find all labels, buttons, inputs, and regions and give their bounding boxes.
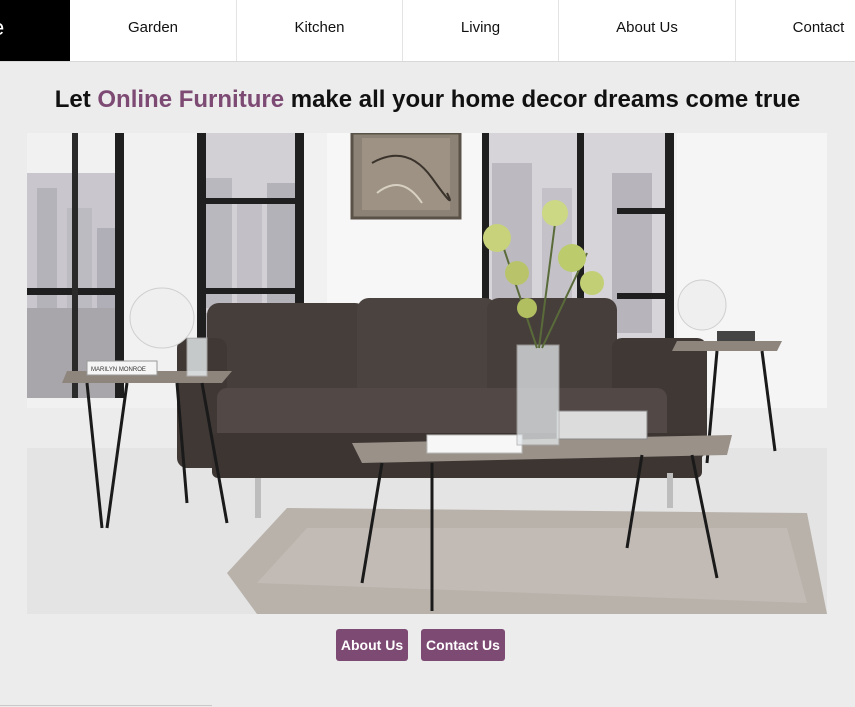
divider <box>0 705 212 706</box>
nav-item-garden[interactable]: Garden <box>70 0 237 61</box>
nav-item-contact[interactable]: Contact <box>736 0 855 61</box>
site-logo[interactable]: e <box>0 0 70 61</box>
book-title: MARILYN MONROE <box>91 367 146 373</box>
contact-us-button[interactable]: Contact Us <box>421 629 505 661</box>
hero-image: MARILYN MONROE <box>27 133 827 614</box>
headline-prefix: Let <box>54 86 98 113</box>
nav-item-about-us[interactable]: About Us <box>559 0 736 61</box>
headline-suffix: make all your home decor dreams come tru… <box>284 86 801 113</box>
nav-item-living[interactable]: Living <box>403 0 559 61</box>
page-headline: Let Online Furniture make all your home … <box>0 86 855 114</box>
about-us-button[interactable]: About Us <box>336 629 408 661</box>
logo-text: e <box>0 17 4 39</box>
living-room-illustration: MARILYN MONROE <box>27 133 827 614</box>
headline-brand: Online Furniture <box>97 86 285 113</box>
top-navigation: e Garden Kitchen Living About Us Contact <box>0 0 855 62</box>
wall-artwork <box>350 133 462 220</box>
nav-item-kitchen[interactable]: Kitchen <box>237 0 403 61</box>
